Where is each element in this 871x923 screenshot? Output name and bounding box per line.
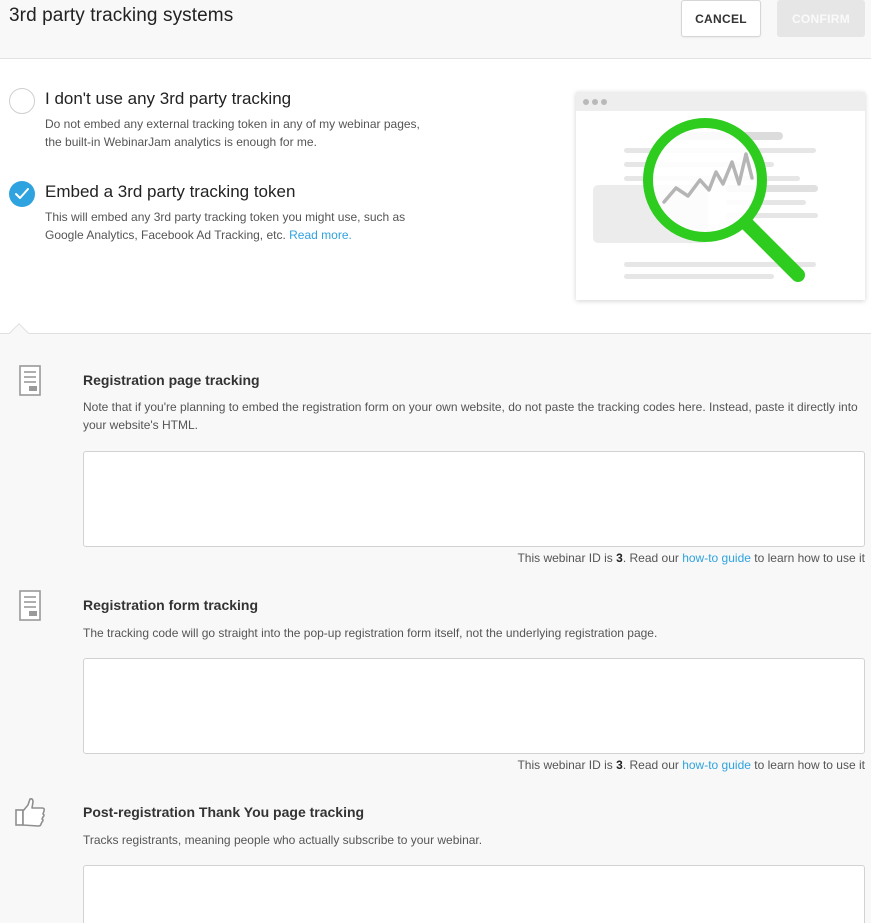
how-to-guide-link[interactable]: how-to guide xyxy=(682,758,751,772)
note-text: . Read our xyxy=(622,551,683,565)
option-title: Embed a 3rd party tracking token xyxy=(45,182,296,201)
divider xyxy=(0,333,871,334)
note-text: . Read our xyxy=(622,758,683,772)
document-icon xyxy=(18,590,44,627)
section-description: The tracking code will go straight into … xyxy=(83,626,658,640)
note-text: to learn how to use it xyxy=(750,551,865,565)
section-description: Note that if you're planning to embed th… xyxy=(83,400,858,432)
section-description: Tracks registrants, meaning people who a… xyxy=(83,833,483,847)
cancel-button[interactable]: CANCEL xyxy=(681,0,761,37)
webinar-id: 3 xyxy=(616,551,623,565)
magnifier-chart-icon xyxy=(576,92,865,282)
how-to-guide-link[interactable]: how-to guide xyxy=(682,551,751,565)
option-title: I don't use any 3rd party tracking xyxy=(45,89,292,108)
confirm-button[interactable]: CONFIRM xyxy=(777,0,865,37)
option-embed-tracking[interactable]: Embed a 3rd party tracking token This wi… xyxy=(9,181,429,251)
note-text: This webinar ID is xyxy=(517,758,617,772)
thumbs-up-icon xyxy=(14,797,48,834)
webinar-id-note: This webinar ID is 3. Read our how-to gu… xyxy=(517,551,865,565)
thank-you-page-tracking-input[interactable] xyxy=(83,865,865,923)
registration-page-tracking-input[interactable] xyxy=(83,451,865,547)
radio-no-tracking[interactable] xyxy=(9,88,35,114)
page-header: 3rd party tracking systems CANCEL CONFIR… xyxy=(0,0,871,59)
option-description: This will embed any 3rd party tracking t… xyxy=(45,208,425,244)
option-no-tracking[interactable]: I don't use any 3rd party tracking Do no… xyxy=(9,88,429,158)
webinar-id: 3 xyxy=(616,758,623,772)
note-text: to learn how to use it xyxy=(750,758,865,772)
section-title: Registration page tracking xyxy=(83,372,260,388)
page-title: 3rd party tracking systems xyxy=(9,5,234,26)
read-more-link[interactable]: Read more. xyxy=(289,228,352,242)
webinar-id-note: This webinar ID is 3. Read our how-to gu… xyxy=(517,758,865,772)
option-description: Do not embed any external tracking token… xyxy=(45,117,420,149)
section-title: Post-registration Thank You page trackin… xyxy=(83,804,365,820)
checkmark-icon xyxy=(15,188,29,199)
tracking-illustration xyxy=(576,92,865,300)
note-text: This webinar ID is xyxy=(517,551,617,565)
registration-form-tracking-input[interactable] xyxy=(83,658,865,754)
radio-embed-tracking[interactable] xyxy=(9,181,35,207)
document-icon xyxy=(18,365,44,402)
section-title: Registration form tracking xyxy=(83,597,259,613)
